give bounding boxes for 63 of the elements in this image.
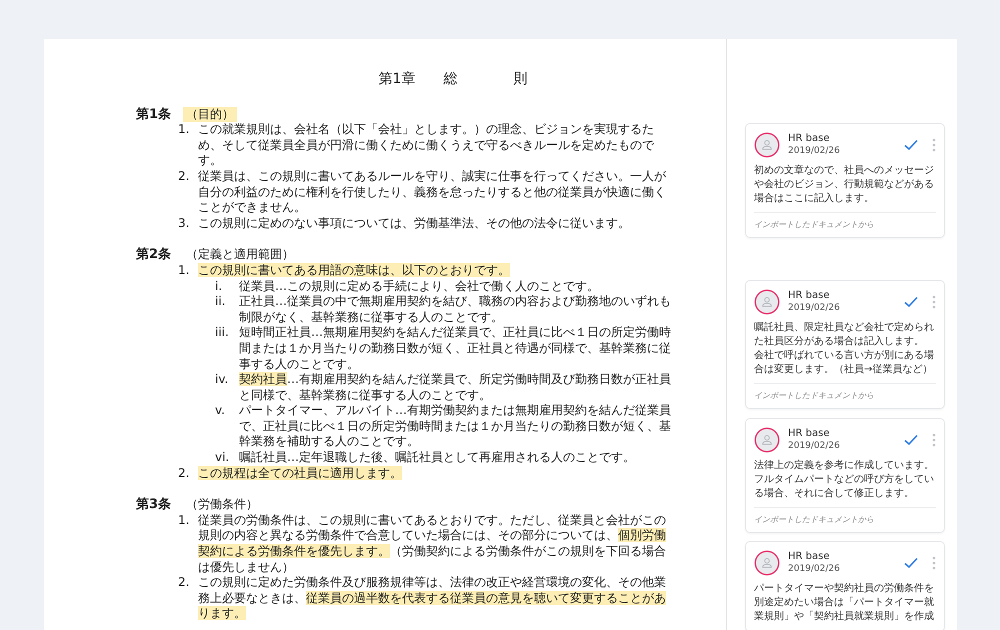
list-number: vi. (215, 450, 230, 466)
comment-source: インポートしたドキュメントから (754, 507, 936, 525)
clause-text: この規則に定めた労働条件及び服務規律等は、法律の改正や経営環境の変化、その他業務上必要なときは、従業員の過半数を代表する従業員の意見を聴いて変更することがあります。 (198, 575, 667, 622)
list-number: 2. (178, 575, 190, 592)
list-number: iv. (215, 372, 230, 388)
clause-text: 従業員の労働条件は、この規則に書いてあるとおりです。ただし、従業員と会社がこの規則の内容と異なる労働条件で合意していた場合には、その部分については、個別労働契約による労働条件を優先します。（労働契約による労働条件がこの規則を下回る場合は優先しません） (198, 512, 667, 576)
check-icon (904, 139, 918, 151)
clause-text: この規則に定めのない事項については、労働基準法、その他の法令に従います。 (198, 216, 631, 232)
definition-text: 嘱託社員…定年退職した後、嘱託社員として再雇用される人のことです。 (239, 450, 636, 466)
comment-date: 2019/02/26 (788, 563, 841, 575)
avatar-icon (754, 550, 780, 576)
avatar-icon (754, 132, 780, 158)
list-number: 2. (178, 466, 190, 482)
clause-text: 従業員は、この規則に書いてあるルールを守り、誠実に仕事を行ってください。一人が自分の利益のために権利を行使したり、義務を怠ったりすると他の従業員が快適に働くことができません。 (198, 168, 667, 216)
comment-text: 初めの文章なので、社員へのメッセージや会社のビジョン、行動規範などがある場合はここに記入します。 (754, 164, 935, 206)
list-number: 1. (178, 122, 190, 138)
definition-text: 短時間正社員…無期雇用契約を結んだ従業員で、正社員に比べ１日の所定労働時間または１か月当たりの勤務日数が短く、正社員と待遇が同様で、基幹業務に従事する人のことです。 (239, 325, 672, 372)
avatar-icon (754, 427, 780, 453)
comment-author: HR base (788, 133, 830, 145)
resolve-button[interactable] (904, 557, 918, 569)
definition-text: 正社員…従業員の中で無期雇用契約を結び、職務の内容および勤務地のいずれも制限がなく、基幹業務に従事する人のことです。 (239, 294, 672, 326)
article-heading: （労働条件） (185, 497, 260, 513)
article-number: 第1条 (136, 106, 172, 122)
check-icon (904, 434, 918, 446)
resolve-button[interactable] (904, 296, 918, 308)
list-number: 1. (178, 262, 190, 279)
check-icon (904, 296, 918, 308)
avatar-icon (754, 289, 780, 315)
article-number: 第2条 (136, 247, 172, 263)
list-number: 1. (178, 512, 190, 529)
list-number: 3. (178, 216, 190, 232)
article-heading: （定義と適用範囲） (185, 247, 296, 263)
article-heading: （目的） (183, 106, 238, 122)
definition-text: 従業員…この規則に定める手続により、会社で働く人のことです。 (239, 278, 600, 294)
chapter-number: 第1章 (378, 72, 416, 88)
check-icon (904, 557, 918, 569)
comment-source: インポートしたドキュメントから (754, 212, 936, 230)
comment-date: 2019/02/26 (788, 145, 841, 157)
chapter-title: 総 (443, 72, 458, 88)
clause-text: この規程は全ての社員に適用します。 (198, 466, 403, 482)
comment-source: インポートしたドキュメントから (754, 383, 936, 401)
clause-text: この規則に書いてある用語の意味は、以下のとおりです。 (198, 262, 511, 279)
chapter-title: 則 (513, 72, 528, 88)
comment-author: HR base (788, 428, 830, 440)
definition-text: 契約社員…有期雇用契約を結んだ従業員で、所定労働時間及び勤務日数が正社員と同様で、基幹業務に従事する人のことです。 (239, 372, 672, 404)
resolve-button[interactable] (904, 139, 918, 151)
list-number: ii. (215, 294, 226, 310)
article-number: 第3条 (136, 497, 172, 513)
comment-text: 嘱託社員、限定社員など会社で定められた社員区分がある場合は記入します。 (754, 321, 935, 349)
comment-date: 2019/02/26 (788, 440, 841, 452)
list-number: iii. (215, 325, 230, 342)
list-number: 2. (178, 168, 190, 185)
clause-text: この就業規則は、会社名（以下「会社」とします。）の理念、ビジョンを実現するため、そして従業員全員が円滑に働くために働くうえで守るべきルールを定めたものです。 (198, 122, 656, 169)
comment-date: 2019/02/26 (788, 302, 841, 314)
definition-text: パートタイマー、アルバイト…有期労働契約または無期雇用契約を結んだ従業員で、正社員に比べ１日の所定労働時間または１か月当たりの勤務日数が短く、基幹業務を補助する人のことです。 (239, 403, 672, 450)
comment-text: 法律上の定義を参考に作成しています。フルタイムパートなどの呼び方をしている場合、それに合して修正します。 (754, 459, 935, 501)
comment-author: HR base (788, 551, 830, 563)
resolve-button[interactable] (904, 434, 918, 446)
list-number: v. (215, 403, 226, 420)
comment-author: HR base (788, 290, 830, 302)
comment-text: 会社で呼ばれている言い方が別にある場合は変更します。（社員→従業員など） (754, 349, 935, 377)
list-number: i. (215, 278, 224, 294)
comment-text: パートタイマーや契約社員の労働条件を別途定めたい場合は「パートタイマー就業規則」や「契約社員就業規則」を作成 (754, 582, 935, 624)
